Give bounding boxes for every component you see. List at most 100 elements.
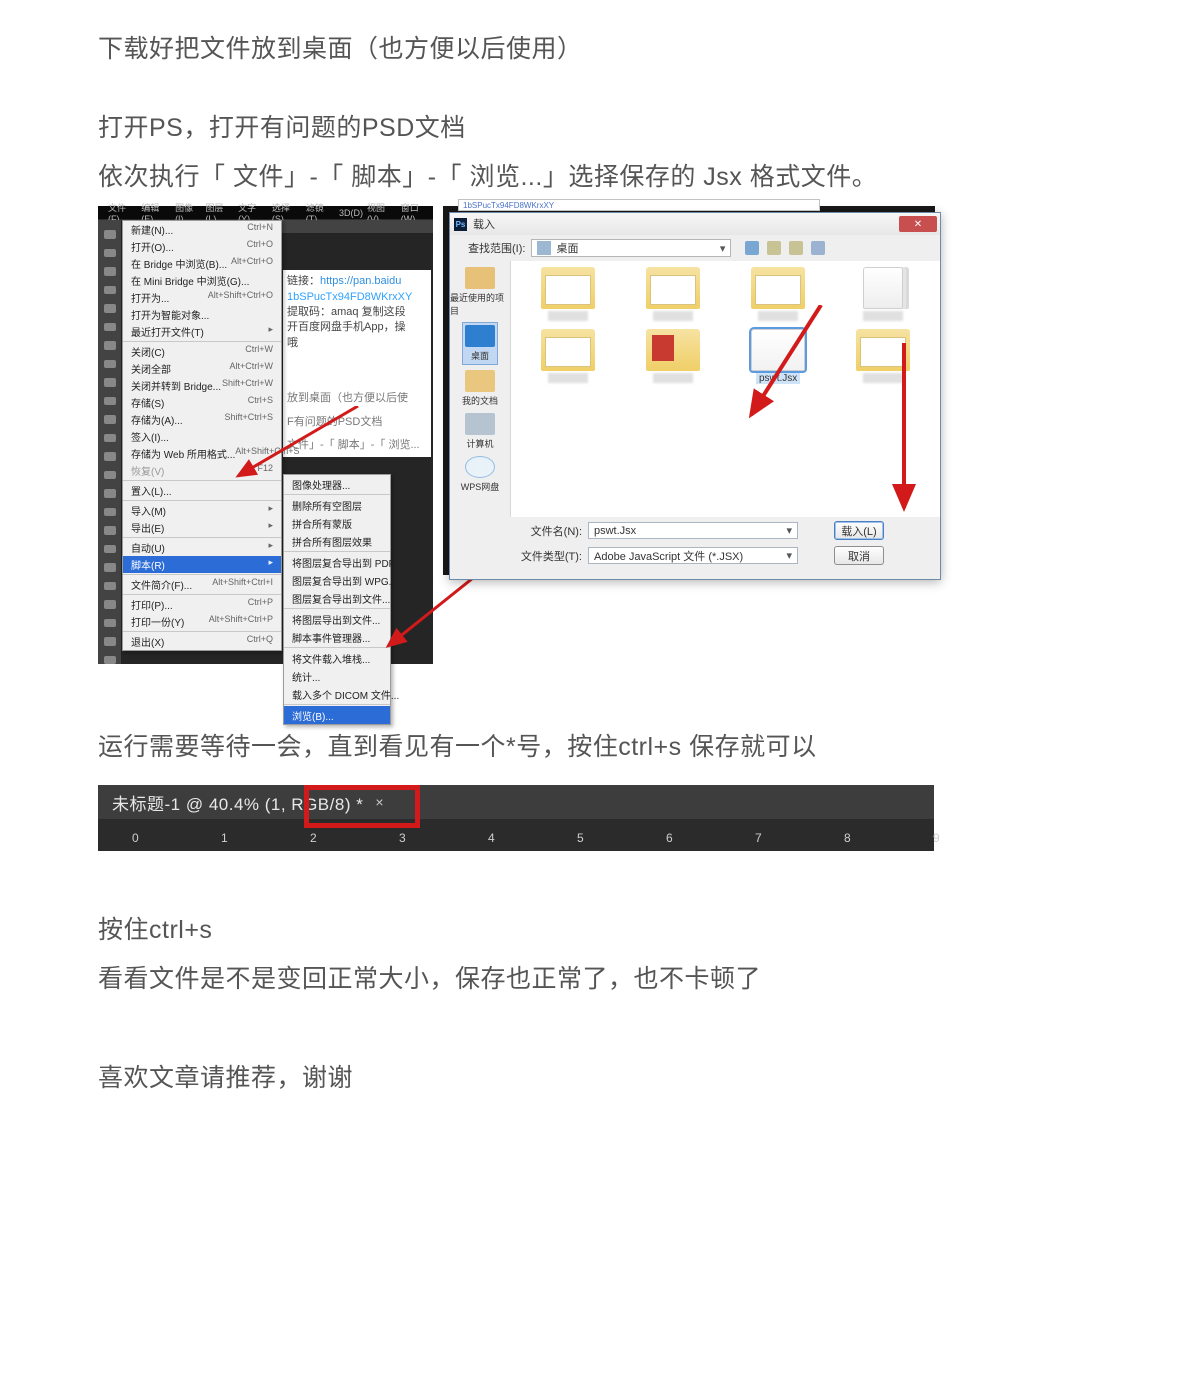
file-item[interactable] xyxy=(624,329,721,384)
file-menu-item[interactable]: 自动(U) ▸ xyxy=(123,539,281,556)
tool-button[interactable] xyxy=(104,360,116,369)
folder-icon xyxy=(863,267,903,309)
sidebar-item-label: WPS网盘 xyxy=(461,480,500,493)
tool-button[interactable] xyxy=(104,563,116,572)
file-menu-item[interactable]: 在 Mini Bridge 中浏览(G)... xyxy=(123,272,281,289)
filetype-label: 文件类型(T): xyxy=(518,548,582,564)
script-submenu-item[interactable]: 统计... xyxy=(284,667,390,685)
up-icon[interactable] xyxy=(767,241,781,255)
file-item[interactable] xyxy=(519,329,616,384)
sidebar-item-pc[interactable]: 计算机 xyxy=(465,413,495,450)
tab-close-icon[interactable]: × xyxy=(375,794,383,810)
figure-row: 文件(F)编辑(E)图像(I)图层(L)文字(Y)选择(S)滤镜(T)3D(D)… xyxy=(98,206,1102,664)
file-item[interactable] xyxy=(835,267,932,321)
sidebar-item-recent[interactable]: 最近使用的项目 xyxy=(450,267,510,317)
filetype-field[interactable]: Adobe JavaScript 文件 (*.JSX)▾ xyxy=(588,547,798,564)
file-menu-item[interactable]: 存储为(A)...Shift+Ctrl+S xyxy=(123,411,281,428)
back-icon[interactable] xyxy=(745,241,759,255)
view-icon[interactable] xyxy=(811,241,825,255)
tool-button[interactable] xyxy=(104,434,116,443)
folder-icon xyxy=(751,267,805,309)
tool-button[interactable] xyxy=(104,267,116,276)
tool-button[interactable] xyxy=(104,545,116,554)
file-menu-item[interactable]: 退出(X)Ctrl+Q xyxy=(123,633,281,650)
tool-button[interactable] xyxy=(104,341,116,350)
file-item[interactable] xyxy=(519,267,616,321)
tool-button[interactable] xyxy=(104,230,116,239)
cloud-icon xyxy=(465,456,495,478)
file-menu-item[interactable]: 打开为...Alt+Shift+Ctrl+O xyxy=(123,289,281,306)
script-submenu-item[interactable]: 将图层导出到文件... xyxy=(284,610,390,628)
tool-button[interactable] xyxy=(104,249,116,258)
file-menu-item[interactable]: 在 Bridge 中浏览(B)...Alt+Ctrl+O xyxy=(123,255,281,272)
file-menu-item[interactable]: 置入(L)... xyxy=(123,482,281,499)
tool-button[interactable] xyxy=(104,378,116,387)
script-submenu-item[interactable]: 脚本事件管理器... xyxy=(284,628,390,646)
look-in-combo[interactable]: 桌面 ▾ xyxy=(531,239,731,257)
tool-button[interactable] xyxy=(104,397,116,406)
newfolder-icon[interactable] xyxy=(789,241,803,255)
sidebar-item-cloud[interactable]: WPS网盘 xyxy=(461,456,500,493)
script-submenu-item[interactable]: 图像处理器... xyxy=(284,475,390,493)
cancel-button[interactable]: 取消 xyxy=(834,546,884,565)
file-menu-item[interactable]: 签入(I)... xyxy=(123,428,281,445)
script-submenu-item[interactable]: 将文件载入堆栈... xyxy=(284,649,390,667)
script-submenu-item[interactable]: 拼合所有蒙版 xyxy=(284,514,390,532)
tool-button[interactable] xyxy=(104,489,116,498)
tool-button[interactable] xyxy=(104,637,116,646)
file-menu[interactable]: 新建(N)...Ctrl+N打开(O)...Ctrl+O在 Bridge 中浏览… xyxy=(122,220,282,651)
file-menu-item[interactable]: 关闭全部Alt+Ctrl+W xyxy=(123,360,281,377)
paragraph-2a: 打开PS，打开有问题的PSD文档 xyxy=(98,109,1102,148)
tool-button[interactable] xyxy=(104,508,116,517)
close-icon[interactable]: ✕ xyxy=(899,216,937,232)
tool-button[interactable] xyxy=(104,619,116,628)
script-submenu-item[interactable]: 图层复合导出到文件... xyxy=(284,589,390,607)
tool-button[interactable] xyxy=(104,600,116,609)
file-menu-item[interactable]: 关闭并转到 Bridge...Shift+Ctrl+W xyxy=(123,377,281,394)
file-menu-item[interactable]: 新建(N)...Ctrl+N xyxy=(123,221,281,238)
paragraph-4a: 按住ctrl+s xyxy=(98,911,1102,950)
file-menu-item[interactable]: 导出(E) ▸ xyxy=(123,519,281,536)
file-menu-item[interactable]: 脚本(R) ▸ xyxy=(123,556,281,573)
tool-button[interactable] xyxy=(104,286,116,295)
tool-button[interactable] xyxy=(104,452,116,461)
ruler-tick: 6 xyxy=(666,831,673,845)
tool-button[interactable] xyxy=(104,656,116,665)
tool-button[interactable] xyxy=(104,323,116,332)
file-menu-item[interactable]: 关闭(C)Ctrl+W xyxy=(123,343,281,360)
file-menu-item[interactable]: 打印一份(Y)Alt+Shift+Ctrl+P xyxy=(123,613,281,630)
dialog-sidebar: 最近使用的项目桌面我的文档计算机 WPS网盘 xyxy=(450,261,510,517)
tool-button[interactable] xyxy=(104,471,116,480)
script-submenu-item[interactable]: 图层复合导出到 WPG... xyxy=(284,571,390,589)
file-menu-item[interactable]: 打开为智能对象... xyxy=(123,306,281,323)
tool-button[interactable] xyxy=(104,582,116,591)
paragraph-2b: 依次执行「 文件」-「 脚本」-「 浏览...」选择保存的 Jsx 格式文件。 xyxy=(98,158,1102,197)
file-menu-item[interactable]: 打印(P)...Ctrl+P xyxy=(123,596,281,613)
file-menu-item[interactable]: 存储为 Web 所用格式...Alt+Shift+Ctrl+S xyxy=(123,445,281,462)
file-menu-item[interactable]: 最近打开文件(T) ▸ xyxy=(123,323,281,340)
script-submenu-item[interactable]: 删除所有空图层 xyxy=(284,496,390,514)
menubar-item[interactable]: 3D(D) xyxy=(339,208,363,218)
tool-button[interactable] xyxy=(104,526,116,535)
sidebar-item-label: 最近使用的项目 xyxy=(450,291,510,317)
filename-field[interactable]: pswt.Jsx▾ xyxy=(588,522,798,539)
open-button[interactable]: 载入(L) xyxy=(834,521,884,540)
dialog-titlebar: Ps 载入 ✕ xyxy=(450,213,940,235)
file-menu-item[interactable]: 文件简介(F)...Alt+Shift+Ctrl+I xyxy=(123,576,281,593)
file-menu-item[interactable]: 恢复(V)F12 xyxy=(123,462,281,479)
ruler-tick: 8 xyxy=(844,831,851,845)
script-submenu-item[interactable]: 载入多个 DICOM 文件... xyxy=(284,685,390,703)
file-menu-item[interactable]: 导入(M) ▸ xyxy=(123,502,281,519)
tool-button[interactable] xyxy=(104,304,116,313)
file-item[interactable] xyxy=(624,267,721,321)
file-menu-item[interactable]: 存储(S)Ctrl+S xyxy=(123,394,281,411)
desk-icon xyxy=(465,325,495,347)
script-submenu[interactable]: 图像处理器... 删除所有空图层拼合所有蒙版拼合所有图层效果将图层复合导出到 PD… xyxy=(283,474,391,725)
file-menu-item[interactable]: 打开(O)...Ctrl+O xyxy=(123,238,281,255)
script-submenu-item[interactable]: 将图层复合导出到 PDF... xyxy=(284,553,390,571)
tool-button[interactable] xyxy=(104,415,116,424)
sidebar-item-desk[interactable]: 桌面 xyxy=(463,323,497,364)
script-submenu-item[interactable]: 拼合所有图层效果 xyxy=(284,532,390,550)
script-submenu-item[interactable]: 浏览(B)... xyxy=(284,706,390,724)
sidebar-item-docs[interactable]: 我的文档 xyxy=(462,370,498,407)
